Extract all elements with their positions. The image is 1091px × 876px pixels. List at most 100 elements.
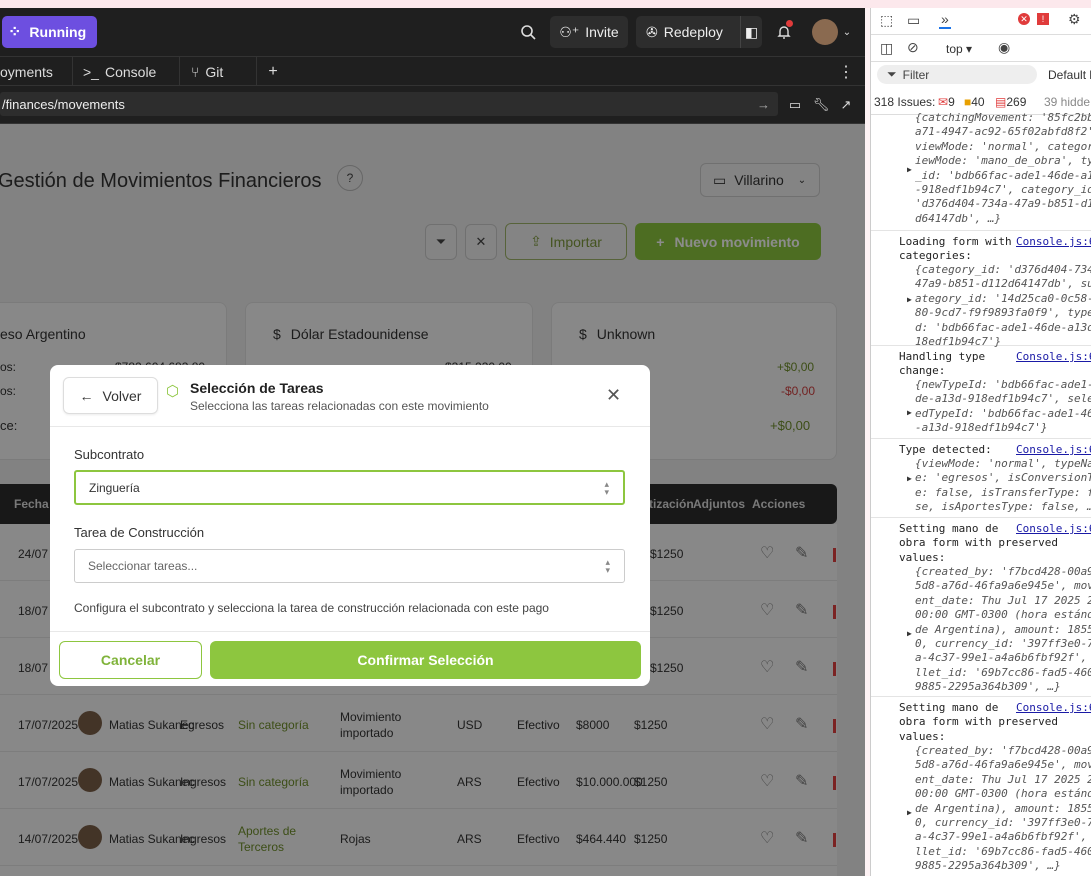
notification-dot [786, 20, 793, 27]
expand-triangle-icon[interactable]: ▶ [907, 472, 912, 486]
expand-triangle-icon[interactable]: ▶ [907, 627, 912, 641]
deploy-panel-icon[interactable]: ◧ [740, 16, 762, 48]
error-count-icon[interactable]: ✕ [1018, 13, 1030, 25]
eye-icon[interactable]: ◉ [998, 39, 1010, 56]
tab-git[interactable]: ⑂ Git [183, 57, 257, 86]
arrow-left-icon: ← [79, 387, 94, 404]
console-message: Loading form with categories: Console.js… [871, 231, 1091, 348]
app-viewport: Gestión de Movimientos Financieros ? ▭ V… [0, 124, 865, 876]
filter-icon: ⏷ [887, 67, 897, 81]
close-icon[interactable]: ✕ [606, 385, 621, 406]
window-top-strip [0, 0, 1091, 8]
url-input[interactable]: /finances/movements → [0, 92, 778, 116]
cancel-button[interactable]: Cancelar [59, 641, 202, 679]
inspect-icon[interactable]: ⬚ [880, 12, 893, 29]
info-icon: ▤ [995, 95, 1007, 109]
chevron-down-icon[interactable]: ⌄ [840, 24, 854, 40]
redeploy-label: Redeploy [663, 24, 723, 40]
issues-info-count: 269 [1006, 95, 1027, 109]
more-tabs-icon[interactable]: » [939, 11, 951, 29]
tab-deployments-label: oyments [0, 63, 53, 80]
console-source-link[interactable]: Console.js:6 [1016, 701, 1091, 715]
console-message: Handling type change: Console.js:6 ▶ {ne… [871, 346, 1091, 439]
add-user-icon: ⚇⁺ [559, 23, 580, 40]
expand-triangle-icon[interactable]: ▶ [907, 806, 912, 820]
issues-info: ▤269 [995, 95, 1026, 109]
external-link-icon[interactable]: ↗ [837, 96, 855, 114]
console-source-link[interactable]: Console.js:6 [1016, 443, 1091, 457]
devices-icon[interactable]: ▭ [786, 96, 804, 114]
gear-icon[interactable]: ⚙ [1068, 11, 1081, 28]
running-status-button[interactable]: ⁘ Running [2, 16, 97, 48]
console-message: Type detected: Console.js:6 ▶ {viewMode:… [871, 439, 1091, 518]
task-select[interactable]: Seleccionar tareas... ▴ ▾ [74, 549, 625, 583]
webview-url-bar: /finances/movements → ▭ 🔧︎ ↗ [0, 86, 865, 124]
log-levels-select[interactable]: Default l [1048, 68, 1091, 82]
ide-pane: ⁘ Running ⚇⁺ Invite ✇ Redeploy ◧ ⌄ oymen… [0, 8, 865, 876]
tab-git-label: Git [205, 63, 224, 80]
tab-deployments[interactable]: oyments [0, 57, 73, 86]
invite-label: Invite [585, 24, 619, 40]
filter-placeholder: Filter [902, 67, 930, 82]
avatar[interactable] [812, 19, 838, 45]
console-source-link[interactable]: Console.js:6 [1016, 235, 1091, 249]
issues-warnings-count: 40 [971, 95, 985, 109]
issues-errors-count: 9 [948, 95, 955, 109]
tab-bar: oyments >_ Console ⑂ Git + ⋮ [0, 57, 865, 86]
terminal-icon: >_ [83, 63, 99, 80]
modal-subtitle: Selecciona las tareas relacionadas con e… [190, 399, 489, 413]
console-source-link[interactable]: Console.js:6 [1016, 350, 1091, 364]
console-object: {created_by: 'f7bcd428-00a9 5d8-a76d-46f… [915, 565, 1091, 694]
context-selector[interactable]: top ▾ [946, 42, 972, 56]
console-message: Setting mano de obra form with preserved… [871, 697, 1091, 876]
issues-errors: ✉9 [938, 95, 955, 109]
sidebar-icon[interactable]: ◫ [880, 40, 893, 57]
issues-hidden: 39 hidde [1044, 95, 1091, 109]
modal-header: ← Volver ⬡ Selección de Tareas Seleccion… [50, 365, 650, 427]
issues-label: 318 Issues: [874, 95, 936, 109]
console-source-link[interactable]: Console.js:6 [1016, 522, 1091, 536]
expand-triangle-icon[interactable]: ▶ [907, 293, 912, 307]
invite-button[interactable]: ⚇⁺ Invite [550, 16, 628, 48]
url-text: /finances/movements [2, 96, 125, 112]
console-message: ▶ {catchingMovement: '85fc2bbb- a71-4947… [871, 111, 1091, 231]
subcontract-select[interactable]: Zinguería ▴ ▾ [74, 470, 625, 505]
devtools-toolbar: ⬚ ▭ » ✕ ! ⚙ [871, 8, 1091, 35]
ide-toolbar: ⁘ Running ⚇⁺ Invite ✇ Redeploy ◧ ⌄ [0, 8, 865, 57]
modal-footer: Cancelar Confirmar Selección [50, 631, 650, 686]
console-object: {catchingMovement: '85fc2bbb- a71-4947-a… [915, 111, 1091, 225]
device-toggle-icon[interactable]: ▭ [907, 12, 920, 29]
tab-console-label: Console [104, 63, 157, 80]
search-icon[interactable] [516, 24, 540, 40]
clear-console-icon[interactable]: ⊘ [907, 39, 919, 56]
expand-triangle-icon[interactable]: ▶ [907, 163, 912, 177]
tab-console[interactable]: >_ Console [75, 57, 180, 86]
console-object: {viewMode: 'normal', typeNa e: 'egresos'… [915, 457, 1091, 514]
modal-title: Selección de Tareas [190, 380, 324, 396]
console-message: Setting mano de obra form with preserved… [871, 518, 1091, 697]
add-tab-icon[interactable]: + [264, 63, 282, 81]
console-text: Loading form with categories: [899, 235, 1012, 263]
filter-input[interactable]: ⏷ Filter [877, 65, 1037, 84]
git-icon: ⑂ [191, 63, 200, 80]
subcontract-label: Subcontrato [74, 447, 145, 462]
subcontract-value: Zinguería [89, 480, 140, 495]
issue-count-icon[interactable]: ! [1037, 13, 1049, 25]
task-selection-modal: ← Volver ⬡ Selección de Tareas Seleccion… [50, 365, 650, 686]
more-icon[interactable]: ⋮ [838, 63, 854, 81]
back-label: Volver [102, 387, 142, 404]
issues-warnings: ■40 [964, 95, 985, 109]
filter-row: ⏷ Filter Default l [871, 62, 1091, 87]
back-button[interactable]: ← Volver [63, 377, 158, 414]
go-arrow-icon[interactable]: → [757, 97, 770, 112]
error-icon: ✉ [938, 95, 949, 109]
deploy-icon: ✇ [646, 23, 658, 40]
expand-triangle-icon[interactable]: ▶ [907, 406, 912, 420]
redeploy-button[interactable]: ✇ Redeploy ◧ [636, 16, 762, 48]
package-icon: ⬡ [166, 383, 180, 400]
task-placeholder: Seleccionar tareas... [88, 559, 198, 573]
bell-icon[interactable] [774, 20, 794, 42]
console-object: {newTypeId: 'bdb66fac-ade1- de-a13d-918e… [915, 378, 1091, 435]
confirm-selection-button[interactable]: Confirmar Selección [210, 641, 641, 679]
wrench-icon[interactable]: 🔧︎ [812, 96, 830, 114]
